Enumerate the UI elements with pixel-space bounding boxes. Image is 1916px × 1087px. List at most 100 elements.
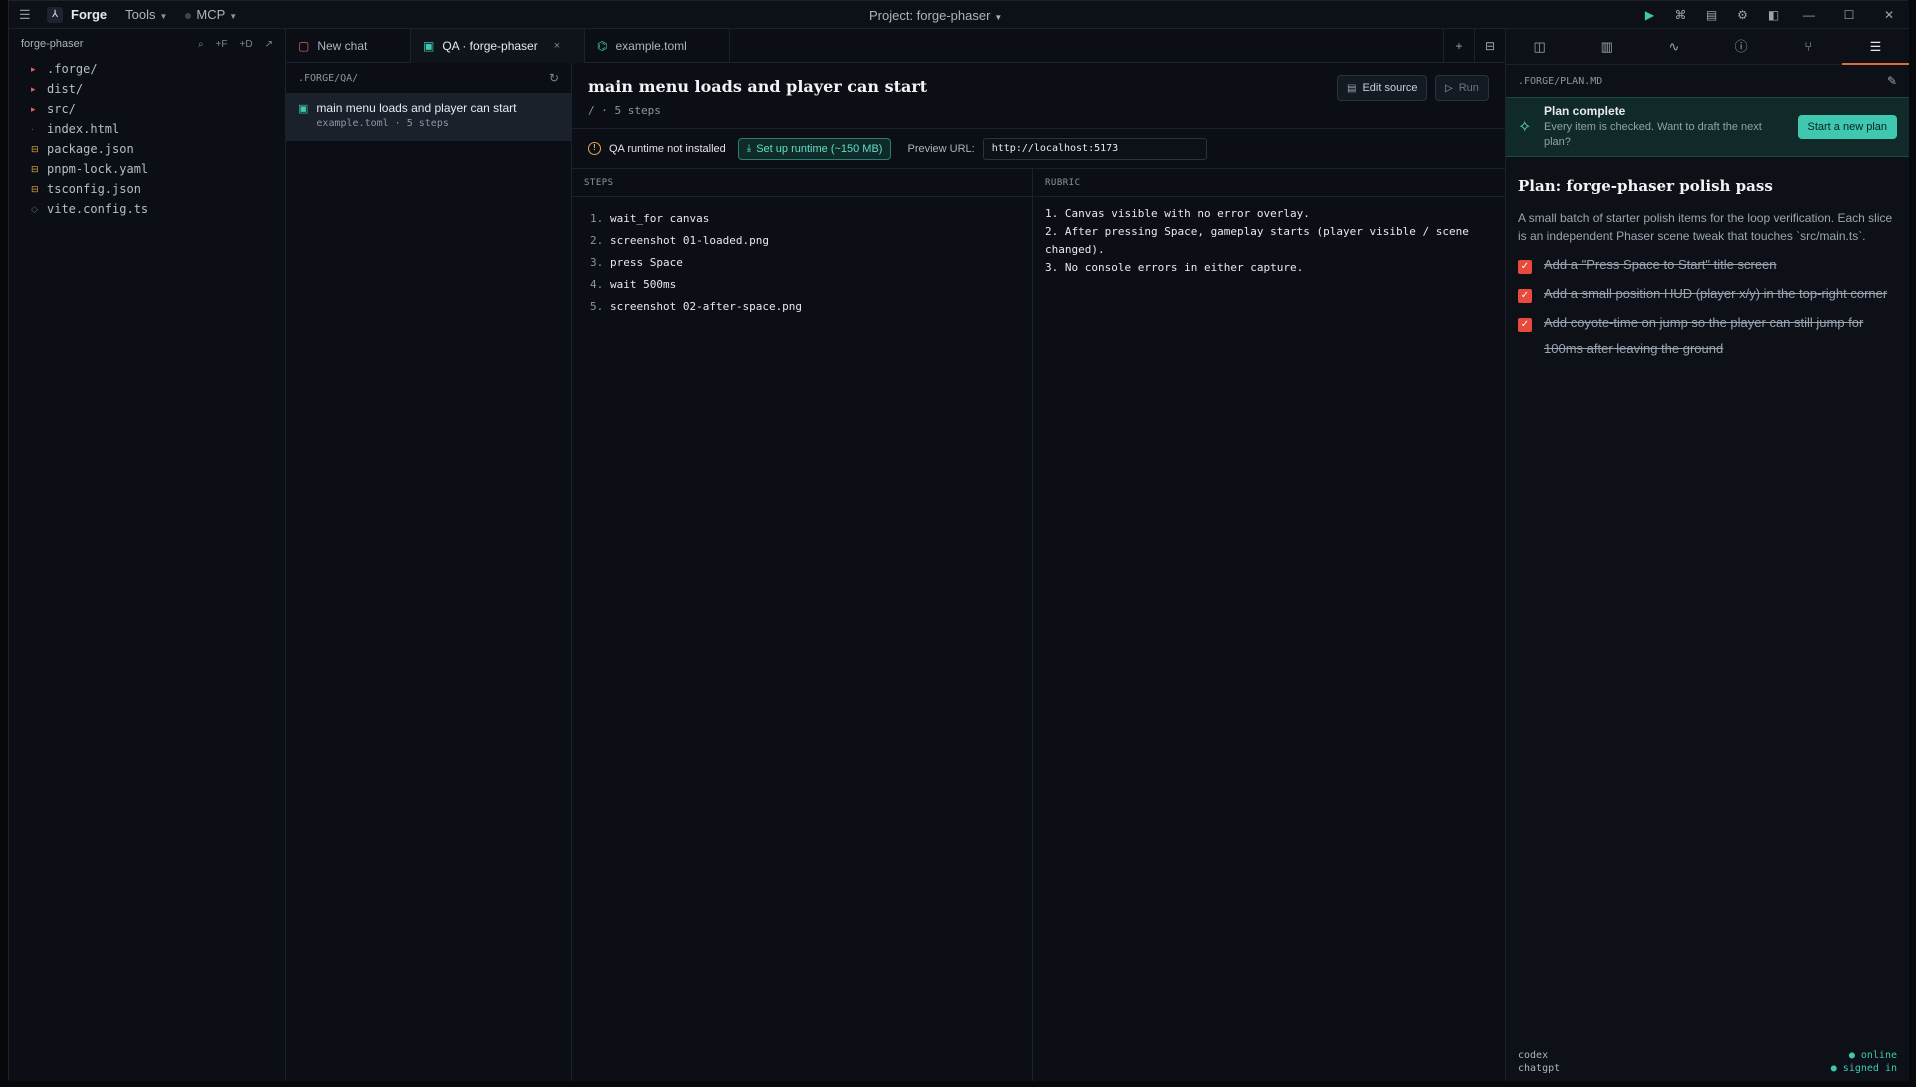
yaml-file-icon: ⊟ [31,163,39,174]
chevron-down-icon: ▼ [994,13,1003,22]
tab-qa-forge-phaser[interactable]: ▣ QA · forge-phaser × [411,29,585,63]
tree-item-package-json[interactable]: ⊟ package.json [9,139,285,159]
tab-example-toml[interactable]: ⌬ example.toml [585,29,730,63]
banner-title: Plan complete [1544,104,1626,118]
open-external-icon[interactable]: ↗ [265,39,273,50]
checkbox-checked-icon[interactable]: ✓ [1518,260,1532,274]
tree-item-forge[interactable]: ▸ .forge/ [9,59,285,79]
steps-column: STEPS 1. wait_for canvas 2. screenshot 01-… [572,169,1033,1081]
clipboard-icon: ▣ [298,103,309,115]
rubric-header: RUBRIC [1033,169,1505,197]
new-tab-icon[interactable]: + [1443,28,1474,63]
new-file-button[interactable]: +F [216,39,228,50]
close-window-icon[interactable]: ✕ [1869,8,1909,22]
edit-pencil-icon[interactable]: ✎ [1887,74,1897,88]
steps-header: STEPS [572,169,1032,197]
run-button[interactable]: ▷ Run [1435,75,1489,101]
split-view-icon[interactable]: ⊟ [1474,28,1505,63]
maximize-icon[interactable]: ☐ [1829,8,1869,22]
edit-source-button[interactable]: ▤ Edit source [1337,75,1428,101]
title-bar: ☰ ⅄ Forge Tools ▼ MCP ▼ Project: forge-pha… [9,1,1909,29]
plan-path-label: .FORGE/PLAN.MD [1518,75,1603,87]
plan-panel: ◫ ▥ ∿ ⓘ ⑂ ☰ .FORGE/PLAN.MD ✎ ✧ Plan comp… [1505,29,1910,1081]
checkbox-checked-icon[interactable]: ✓ [1518,318,1532,332]
tree-item-pnpm-lock[interactable]: ⊟ pnpm-lock.yaml [9,159,285,179]
setup-runtime-button[interactable]: ⤓ Set up runtime (~150 MB) [737,137,892,160]
qa-path-label: .FORGE/QA/ [298,72,359,84]
provider-name: codex [1518,1050,1549,1061]
step-item: 1. wait_for canvas [590,207,1032,229]
plan-complete-banner: ✧ Plan complete Every item is checked. W… [1506,97,1909,157]
rubric-column: RUBRIC 1. Canvas visible with no error o… [1033,169,1505,1081]
chat-panel-icon[interactable]: ◫ [1506,29,1573,65]
editor-tab-bar: ▢ New chat ▣ QA · forge-phaser × ⌬ examp… [286,28,1505,63]
app-name: Forge [71,7,108,22]
panel-toggle-icon[interactable]: ◧ [1758,8,1789,22]
banner-text: Every item is checked. Want to draft the… [1544,121,1762,148]
rubric-item: 1. Canvas visible with no error overlay. [1045,207,1310,220]
project-selector[interactable]: Project: forge-phaser ▼ [869,8,1002,23]
step-text: wait_for canvas [610,211,710,225]
list-icon[interactable]: ▤ [1696,8,1727,22]
activity-icon[interactable]: ∿ [1640,29,1707,65]
tree-item-dist[interactable]: ▸ dist/ [9,79,285,99]
qa-detail-panel: main menu loads and player can start / ·… [572,63,1505,1081]
tree-item-tsconfig[interactable]: ⊟ tsconfig.json [9,179,285,199]
preview-url-label: Preview URL: [907,142,975,155]
tree-item-label: index.html [47,122,120,136]
run-label: Run [1458,82,1479,94]
tree-item-index-html[interactable]: · index.html [9,119,285,139]
step-item: 5. screenshot 02-after-space.png [590,295,1032,317]
folder-icon: ▸ [31,63,36,74]
book-icon[interactable]: ▥ [1573,29,1640,65]
chat-icon: ▢ [298,39,310,53]
start-new-plan-button[interactable]: Start a new plan [1797,115,1897,139]
minimize-icon[interactable]: — [1789,8,1829,22]
tree-item-vite-config[interactable]: ◇ vite.config.ts [9,199,285,219]
tree-item-label: package.json [47,142,134,156]
plan-description: A small batch of starter polish items fo… [1518,211,1893,243]
step-number: 3. [590,255,604,269]
sparkle-icon: ✧ [1518,119,1532,136]
close-tab-icon[interactable]: × [554,40,560,52]
hamburger-menu-icon[interactable]: ☰ [19,7,35,23]
plan-item-text: Add coyote-time on jump so the player ca… [1544,315,1864,356]
preview-url-input[interactable]: http://localhost:5173 [982,137,1207,160]
tree-item-src[interactable]: ▸ src/ [9,99,285,119]
step-text: press Space [610,255,683,269]
qa-item-title: main menu loads and player can start [316,101,517,115]
mcp-menu-label: MCP [196,7,226,22]
rubric-item: 3. No console errors in either capture. [1045,261,1304,274]
git-branch-icon[interactable]: ⑂ [1775,29,1842,65]
checkbox-checked-icon[interactable]: ✓ [1518,289,1532,303]
clipboard-icon: ▣ [423,39,435,53]
edit-source-label: Edit source [1362,82,1418,94]
qa-item-meta: example.toml · 5 steps [316,118,449,129]
play-icon[interactable]: ▶ [1634,8,1665,22]
mcp-menu[interactable]: MCP ▼ [185,7,237,22]
refresh-icon[interactable]: ↻ [549,71,559,85]
tools-menu[interactable]: Tools ▼ [125,7,167,22]
json-file-icon: ⊟ [31,183,39,194]
step-text: wait 500ms [610,277,677,291]
tab-label: QA · forge-phaser [442,39,538,53]
settings-icon[interactable]: ⚙ [1727,8,1758,22]
command-icon[interactable]: ⌘ [1665,8,1696,22]
setup-runtime-label: Set up runtime (~150 MB) [756,142,883,155]
info-icon[interactable]: ⓘ [1708,29,1775,65]
tab-new-chat[interactable]: ▢ New chat [286,29,411,63]
new-folder-button[interactable]: +D [240,39,253,50]
qa-list-item[interactable]: ▣ main menu loads and player can start e… [286,93,571,141]
plan-item: ✓ Add a small position HUD (player x/y) i… [1518,286,1897,307]
search-files-icon[interactable]: ⌕ [198,39,204,50]
runtime-bar: ! QA runtime not installed ⤓ Set up runti… [572,129,1505,169]
project-title: Project: forge-phaser [869,8,991,23]
qa-list-panel: .FORGE/QA/ ↻ ▣ main menu loads and playe… [286,63,572,1081]
folder-icon: ▸ [31,103,36,114]
tree-item-label: .forge/ [47,62,98,76]
step-item: 2. screenshot 01-loaded.png [590,229,1032,251]
plan-item: ✓ Add coyote-time on jump so the player c… [1518,315,1897,362]
plan-item-text: Add a "Press Space to Start" title scree… [1544,257,1777,272]
checklist-icon[interactable]: ☰ [1841,29,1910,65]
file-explorer: forge-phaser ⌕ +F +D ↗ ▸ .forge/ ▸ dist/ ▸… [9,29,286,1081]
